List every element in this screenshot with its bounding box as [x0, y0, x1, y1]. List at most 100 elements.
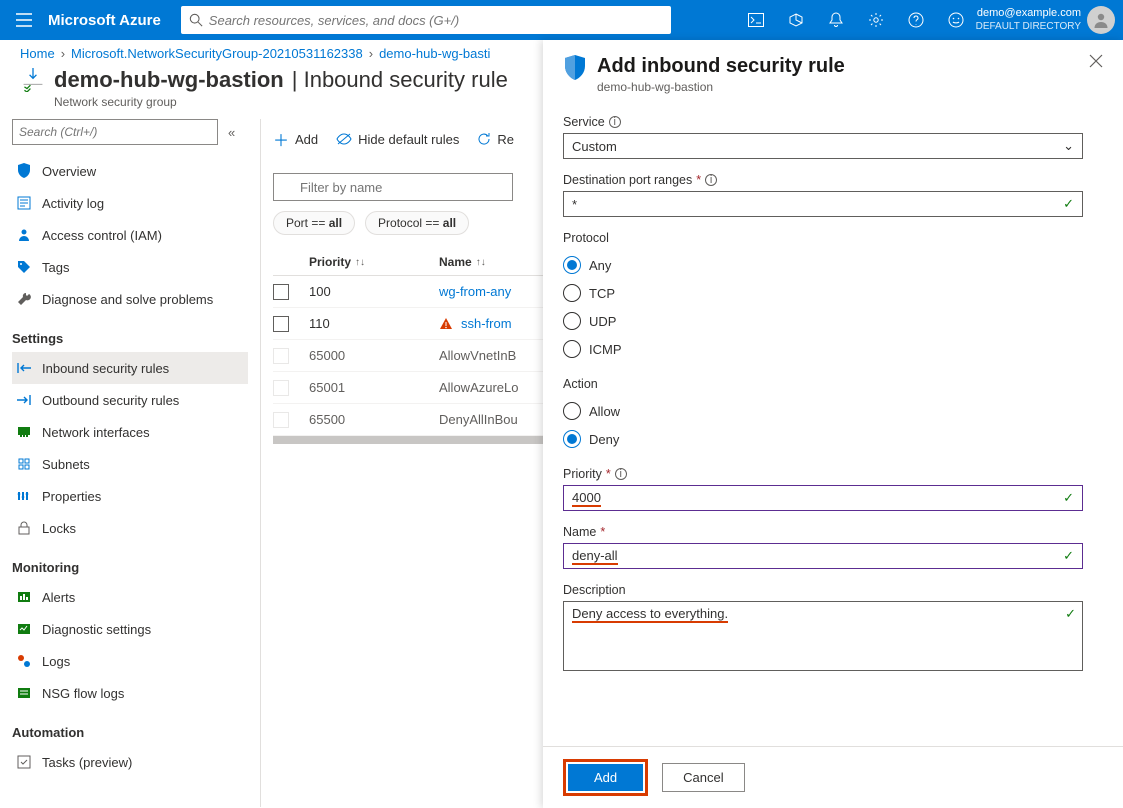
label-action: Action — [563, 377, 598, 391]
service-select[interactable]: Custom ⌄ — [563, 133, 1083, 159]
row-checkbox[interactable] — [273, 380, 289, 396]
collapse-sidebar-button[interactable]: « — [228, 125, 235, 140]
chip-port-filter[interactable]: Port == all — [273, 211, 355, 235]
chip-protocol-filter[interactable]: Protocol == all — [365, 211, 469, 235]
close-icon — [1089, 54, 1103, 68]
toolbar-refresh-button[interactable]: Re — [477, 132, 514, 147]
hamburger-menu-button[interactable] — [0, 13, 48, 27]
properties-icon — [16, 489, 32, 503]
filter-by-name-input[interactable] — [273, 173, 513, 201]
subnet-icon — [16, 457, 32, 471]
add-rule-blade: Add inbound security rule demo-hub-wg-ba… — [543, 40, 1123, 808]
dest-port-input[interactable]: * ✓ — [563, 191, 1083, 217]
log-icon — [16, 196, 32, 210]
radio-action-allow[interactable]: Allow — [563, 397, 1103, 425]
check-icon: ✓ — [1065, 606, 1076, 622]
description-textarea[interactable]: Deny access to everything. ✓ — [563, 601, 1083, 671]
rule-link[interactable]: ssh-from — [461, 316, 512, 331]
row-checkbox[interactable] — [273, 348, 289, 364]
global-search[interactable] — [181, 6, 671, 34]
toolbar-add-button[interactable]: ＋Add — [273, 127, 318, 151]
add-button[interactable]: Add — [568, 764, 643, 791]
label-priority: Priority — [563, 467, 602, 481]
radio-protocol-icmp[interactable]: ICMP — [563, 335, 1103, 363]
sidebar-item-alerts[interactable]: Alerts — [12, 581, 248, 613]
sidebar-item-tags[interactable]: Tags — [12, 251, 248, 283]
download-icon[interactable] — [20, 68, 46, 92]
cloud-shell-button[interactable] — [736, 0, 776, 40]
label-service: Service — [563, 115, 605, 129]
breadcrumb-home[interactable]: Home — [20, 46, 55, 61]
help-button[interactable] — [896, 0, 936, 40]
name-input[interactable]: deny-all ✓ — [563, 543, 1083, 569]
page-title: demo-hub-wg-bastion — [54, 67, 284, 93]
directories-button[interactable] — [776, 0, 816, 40]
row-checkbox[interactable] — [273, 412, 289, 428]
user-account-block[interactable]: demo@example.com DEFAULT DIRECTORY — [976, 6, 1123, 34]
tasks-icon — [16, 755, 32, 769]
sidebar-section-monitoring: Monitoring — [12, 560, 248, 575]
sidebar-item-tasks[interactable]: Tasks (preview) — [12, 746, 248, 778]
breadcrumb-deployment[interactable]: Microsoft.NetworkSecurityGroup-202105311… — [71, 46, 363, 61]
row-checkbox[interactable] — [273, 316, 289, 332]
check-icon: ✓ — [1063, 548, 1074, 564]
shield-icon — [16, 163, 32, 179]
label-protocol: Protocol — [563, 231, 609, 245]
feedback-button[interactable] — [936, 0, 976, 40]
wrench-icon — [16, 292, 32, 306]
toolbar-hide-defaults-button[interactable]: Hide default rules — [336, 132, 459, 147]
sidebar-item-network-interfaces[interactable]: Network interfaces — [12, 416, 248, 448]
sidebar: « Overview Activity log Access control (… — [0, 119, 260, 807]
info-icon[interactable]: i — [615, 468, 627, 480]
check-icon: ✓ — [1063, 490, 1074, 506]
action-radio-group: Allow Deny — [563, 397, 1103, 453]
radio-action-deny[interactable]: Deny — [563, 425, 1103, 453]
sidebar-item-overview[interactable]: Overview — [12, 155, 248, 187]
page-section-title: Inbound security rule — [304, 67, 508, 92]
lock-icon — [16, 521, 32, 535]
rule-link[interactable]: wg-from-any — [439, 284, 511, 299]
cancel-button[interactable]: Cancel — [662, 763, 744, 792]
radio-icon — [563, 256, 581, 274]
label-dest-port: Destination port ranges — [563, 173, 692, 187]
blade-title: Add inbound security rule — [597, 54, 845, 78]
settings-button[interactable] — [856, 0, 896, 40]
notifications-button[interactable] — [816, 0, 856, 40]
sidebar-item-diagnostic-settings[interactable]: Diagnostic settings — [12, 613, 248, 645]
info-icon[interactable]: i — [609, 116, 621, 128]
radio-protocol-tcp[interactable]: TCP — [563, 279, 1103, 307]
sidebar-item-access-control[interactable]: Access control (IAM) — [12, 219, 248, 251]
sidebar-item-activity-log[interactable]: Activity log — [12, 187, 248, 219]
info-icon[interactable]: i — [705, 174, 717, 186]
radio-icon — [563, 312, 581, 330]
brand-label: Microsoft Azure — [48, 12, 161, 29]
sidebar-item-diagnose[interactable]: Diagnose and solve problems — [12, 283, 248, 315]
sidebar-item-outbound-rules[interactable]: Outbound security rules — [12, 384, 248, 416]
global-search-input[interactable] — [209, 13, 663, 28]
protocol-radio-group: Any TCP UDP ICMP — [563, 251, 1103, 363]
sidebar-item-inbound-rules[interactable]: Inbound security rules — [12, 352, 248, 384]
close-blade-button[interactable] — [1089, 54, 1103, 71]
avatar-icon — [1092, 11, 1110, 29]
sidebar-item-properties[interactable]: Properties — [12, 480, 248, 512]
sidebar-item-nsg-flow-logs[interactable]: NSG flow logs — [12, 677, 248, 709]
radio-icon — [563, 284, 581, 302]
search-icon — [189, 13, 203, 27]
radio-protocol-any[interactable]: Any — [563, 251, 1103, 279]
col-header-priority[interactable]: Priority — [309, 255, 351, 269]
tag-icon — [16, 260, 32, 274]
row-checkbox[interactable] — [273, 284, 289, 300]
col-header-name[interactable]: Name — [439, 255, 472, 269]
priority-input[interactable]: 4000 ✓ — [563, 485, 1083, 511]
inbound-icon — [16, 362, 32, 374]
radio-protocol-udp[interactable]: UDP — [563, 307, 1103, 335]
sidebar-search-input[interactable] — [12, 119, 218, 145]
sidebar-item-subnets[interactable]: Subnets — [12, 448, 248, 480]
breadcrumb-resource[interactable]: demo-hub-wg-basti — [379, 46, 490, 61]
hamburger-icon — [16, 13, 32, 27]
sidebar-item-locks[interactable]: Locks — [12, 512, 248, 544]
person-icon — [16, 228, 32, 242]
chevron-right-icon: › — [369, 46, 373, 61]
avatar — [1087, 6, 1115, 34]
sidebar-item-logs[interactable]: Logs — [12, 645, 248, 677]
